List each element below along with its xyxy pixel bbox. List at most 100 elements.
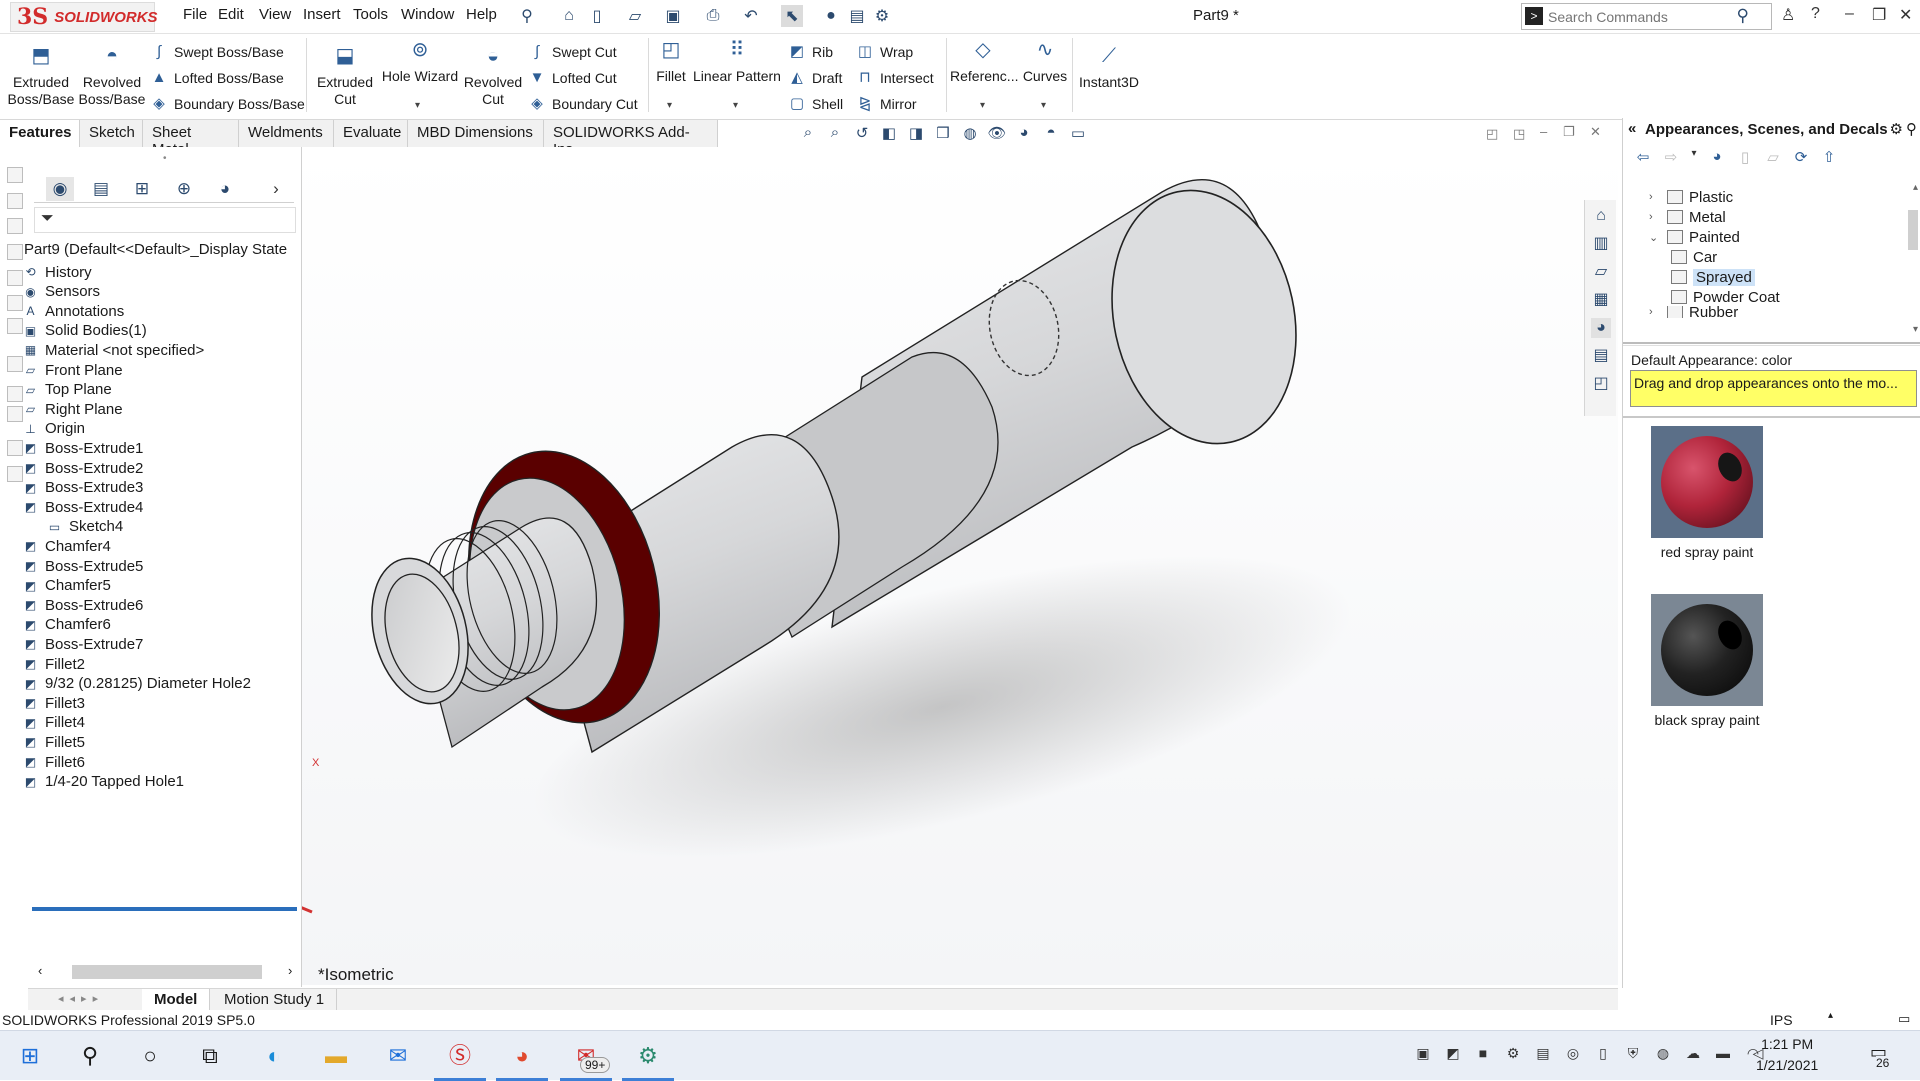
tab-evaluate[interactable]: Evaluate bbox=[334, 120, 408, 147]
appearance-icon[interactable]: ◕ bbox=[1707, 148, 1727, 168]
back-icon[interactable]: ⇦ bbox=[1633, 148, 1653, 168]
forward-icon[interactable]: ⇨ bbox=[1661, 148, 1681, 168]
tray-app-icon[interactable]: ■ bbox=[1473, 1045, 1493, 1065]
units-indicator[interactable]: IPS bbox=[1770, 1012, 1793, 1028]
tab-mbd-dimensions[interactable]: MBD Dimensions bbox=[408, 120, 544, 147]
tab-solidworks-add-ins[interactable]: SOLIDWORKS Add-Ins bbox=[544, 120, 718, 158]
solidworks-logo[interactable]: 3S SOLIDWORKS bbox=[10, 2, 158, 32]
tab-scroll-arrows-icon[interactable]: ◂◂▸▸ bbox=[58, 992, 104, 1005]
view-settings-icon[interactable]: ▭ bbox=[1068, 124, 1088, 144]
pin-panel-icon[interactable]: ⚲ bbox=[1906, 120, 1917, 138]
dynamic-annotation-icon[interactable]: ◨ bbox=[906, 124, 926, 144]
menu-insert[interactable]: Insert bbox=[303, 6, 341, 23]
appearance-folder[interactable]: Sprayed bbox=[1671, 266, 1755, 288]
horizontal-scrollbar[interactable]: ‹ › bbox=[32, 962, 297, 982]
linear-pattern-button[interactable]: ⠿ Linear Pattern bbox=[690, 40, 784, 85]
shell-button[interactable]: ▢ Shell bbox=[788, 94, 843, 114]
strip-part-icon[interactable] bbox=[7, 318, 23, 334]
appearance-folder[interactable]: ⌄ Painted bbox=[1649, 226, 1740, 248]
restore-icon[interactable]: ❐ bbox=[1872, 5, 1886, 25]
tab-model[interactable]: Model bbox=[142, 989, 211, 1010]
rollback-bar[interactable] bbox=[32, 907, 297, 911]
mirror-button[interactable]: ⧎ Mirror bbox=[856, 94, 917, 114]
wrap-button[interactable]: ◫ Wrap bbox=[856, 42, 913, 62]
swept-boss-button[interactable]: ∫ Swept Boss/Base bbox=[150, 42, 284, 62]
solidworks-taskbar-icon[interactable]: Ⓢ bbox=[434, 1040, 486, 1081]
new-document-icon[interactable]: ▯ bbox=[586, 5, 608, 27]
menu-window[interactable]: Window bbox=[401, 6, 454, 23]
swept-cut-button[interactable]: ∫ Swept Cut bbox=[528, 42, 617, 62]
curves-button[interactable]: ∿ Curves bbox=[1020, 40, 1070, 85]
viewport-restore-icon[interactable]: ❐ bbox=[1563, 124, 1575, 140]
edge-icon[interactable]: ◐ bbox=[258, 1040, 290, 1072]
appearance-folder[interactable]: Car bbox=[1671, 246, 1717, 268]
zoom-to-area-icon[interactable]: ⌕ bbox=[825, 124, 845, 144]
strip-part-icon[interactable] bbox=[7, 295, 23, 311]
design-library-icon[interactable]: ▥ bbox=[1591, 234, 1611, 254]
viewport-minimize-icon[interactable]: – bbox=[1540, 124, 1547, 139]
appearances-icon[interactable]: ◕ bbox=[1591, 318, 1611, 338]
up-one-level-icon[interactable]: ⇧ bbox=[1819, 148, 1839, 168]
instant3d-button[interactable]: ⟋ Instant3D bbox=[1076, 46, 1142, 91]
tree-scrollbar-thumb[interactable] bbox=[1908, 210, 1918, 250]
new-folder-icon[interactable]: ▱ bbox=[1763, 148, 1783, 168]
swatch-red-spray-paint[interactable]: red spray paint bbox=[1651, 426, 1763, 560]
collapse-panel-icon[interactable]: « bbox=[1628, 120, 1636, 137]
dimxpert-manager-tab-icon[interactable]: ⊕ bbox=[170, 177, 198, 201]
file-properties-icon[interactable]: ▤ bbox=[846, 5, 868, 27]
home-icon[interactable]: ⌂ bbox=[558, 5, 580, 27]
tray-app-icon[interactable]: ▯ bbox=[1593, 1045, 1613, 1065]
task-view-icon[interactable]: ⧉ bbox=[194, 1040, 226, 1072]
view-palette-icon[interactable]: ▦ bbox=[1591, 290, 1611, 310]
curves-dropdown-icon[interactable]: ▾ bbox=[1041, 100, 1046, 111]
tray-app-icon[interactable]: ◎ bbox=[1563, 1045, 1583, 1065]
tooltip-icon[interactable]: ▭ bbox=[1898, 1011, 1910, 1027]
search-commands-box[interactable]: > ⚲ bbox=[1521, 3, 1772, 30]
panel-settings-icon[interactable]: ⚙ bbox=[1890, 120, 1903, 138]
revolved-boss-button[interactable]: ◓ Revolved Boss/Base bbox=[78, 46, 146, 108]
cloud-icon[interactable]: ☁ bbox=[1683, 1045, 1703, 1065]
chevron-right-icon[interactable]: › bbox=[1649, 306, 1661, 318]
strip-part-icon[interactable] bbox=[7, 466, 23, 482]
app-icon[interactable]: ⚙ bbox=[622, 1040, 674, 1081]
custom-properties-icon[interactable]: ▤ bbox=[1591, 346, 1611, 366]
minimize-icon[interactable]: – bbox=[1845, 5, 1854, 23]
tree-item[interactable]: ◩ 1/4-20 Tapped Hole1 bbox=[24, 770, 184, 794]
rebuild-icon[interactable]: ● bbox=[820, 5, 842, 27]
menu-file[interactable]: File bbox=[183, 6, 207, 23]
tab-weldments[interactable]: Weldments bbox=[239, 120, 334, 147]
viewport-close-icon[interactable]: ✕ bbox=[1590, 124, 1601, 140]
scroll-left-icon[interactable]: ‹ bbox=[38, 963, 42, 978]
add-file-location-icon[interactable]: ▯ bbox=[1735, 148, 1755, 168]
strip-part-icon[interactable] bbox=[7, 440, 23, 456]
split-icon[interactable]: ◳ bbox=[1513, 126, 1525, 142]
swatch-black-spray-paint[interactable]: black spray paint bbox=[1651, 594, 1763, 728]
strip-part-icon[interactable] bbox=[7, 244, 23, 260]
panel-grip-icon[interactable]: • bbox=[163, 153, 167, 164]
draft-button[interactable]: ◭ Draft bbox=[788, 68, 842, 88]
nvidia-icon[interactable]: ▣ bbox=[1413, 1045, 1433, 1065]
chevron-right-icon[interactable]: › bbox=[1649, 211, 1661, 223]
undo-icon[interactable]: ↶ bbox=[740, 5, 762, 27]
zoom-to-fit-icon[interactable]: ⌕ bbox=[798, 124, 818, 144]
appearance-folder[interactable]: Powder Coat bbox=[1671, 286, 1780, 308]
tray-app-icon[interactable]: ⚙ bbox=[1503, 1045, 1523, 1065]
extruded-boss-button[interactable]: ⬒ Extruded Boss/Base bbox=[6, 46, 76, 108]
menu-view[interactable]: View bbox=[259, 6, 291, 23]
section-view-icon[interactable]: ◧ bbox=[879, 124, 899, 144]
configuration-manager-tab-icon[interactable]: ⊞ bbox=[128, 177, 156, 201]
fillet-dropdown-icon[interactable]: ▾ bbox=[667, 100, 672, 111]
boundary-boss-button[interactable]: ◈ Boundary Boss/Base bbox=[150, 94, 305, 114]
linear-pattern-dropdown-icon[interactable]: ▾ bbox=[733, 100, 738, 111]
scroll-down-icon[interactable]: ▾ bbox=[1913, 324, 1918, 335]
graphics-area[interactable]: Y X Z bbox=[302, 147, 1618, 985]
tile-icon[interactable]: ◰ bbox=[1486, 126, 1498, 142]
tree-root-part[interactable]: Part9 (Default<<Default>_Display State bbox=[24, 237, 287, 261]
display-manager-tab-icon[interactable]: ◕ bbox=[211, 177, 239, 201]
user-icon[interactable]: ♙ bbox=[1781, 5, 1795, 25]
help-icon[interactable]: ? bbox=[1811, 5, 1820, 23]
tab-features[interactable]: Features bbox=[0, 120, 80, 147]
security-icon[interactable]: ⛨ bbox=[1623, 1045, 1643, 1065]
previous-view-icon[interactable]: ↺ bbox=[852, 124, 872, 144]
file-explorer-icon[interactable]: ▬ bbox=[320, 1040, 352, 1072]
